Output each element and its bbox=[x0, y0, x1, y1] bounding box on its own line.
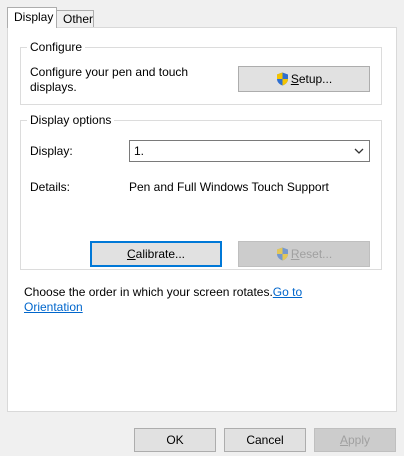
uac-shield-icon bbox=[276, 247, 288, 261]
ok-button[interactable]: OK bbox=[134, 428, 216, 452]
configure-description-line2: displays. bbox=[30, 80, 77, 94]
cancel-button[interactable]: Cancel bbox=[224, 428, 306, 452]
uac-shield-icon bbox=[276, 72, 288, 86]
rotation-text: Choose the order in which your screen ro… bbox=[24, 285, 273, 299]
configure-group: Configure Configure your pen and touch d… bbox=[20, 40, 382, 105]
setup-mnemonic: S bbox=[290, 72, 299, 86]
configure-description-line1: Configure your pen and touch bbox=[30, 65, 189, 79]
apply-label: pply bbox=[348, 433, 371, 447]
orientation-link-line1: Go to bbox=[272, 285, 303, 299]
configure-group-title: Configure bbox=[27, 40, 86, 54]
details-label: Details: bbox=[30, 180, 71, 194]
reset-label: eset... bbox=[299, 247, 333, 261]
tab-panel: Configure Configure your pen and touch d… bbox=[7, 27, 397, 412]
display-label: Display: bbox=[30, 144, 73, 158]
rotation-instructions: Choose the order in which your screen ro… bbox=[24, 285, 384, 315]
display-options-group: Display options Display: 1. Details: Pen… bbox=[20, 113, 382, 270]
details-value: Pen and Full Windows Touch Support bbox=[129, 180, 329, 194]
setup-button[interactable]: Setup... bbox=[238, 66, 370, 92]
setup-label: etup... bbox=[298, 72, 333, 86]
calibrate-button[interactable]: Calibrate... bbox=[90, 241, 222, 267]
apply-mnemonic: A bbox=[339, 433, 348, 447]
tab-display[interactable]: Display bbox=[7, 7, 57, 28]
tab-other[interactable]: Other bbox=[56, 10, 94, 27]
display-options-group-title: Display options bbox=[27, 113, 115, 127]
apply-button[interactable]: Apply bbox=[314, 428, 396, 452]
orientation-link-line2: Orientation bbox=[24, 300, 83, 314]
reset-button[interactable]: Reset... bbox=[238, 241, 370, 267]
display-select[interactable]: 1. bbox=[129, 140, 370, 162]
calibrate-label: alibrate... bbox=[135, 247, 186, 261]
calibrate-mnemonic: C bbox=[126, 247, 136, 261]
display-select-value: 1. bbox=[134, 144, 145, 158]
chevron-down-icon bbox=[354, 148, 364, 154]
